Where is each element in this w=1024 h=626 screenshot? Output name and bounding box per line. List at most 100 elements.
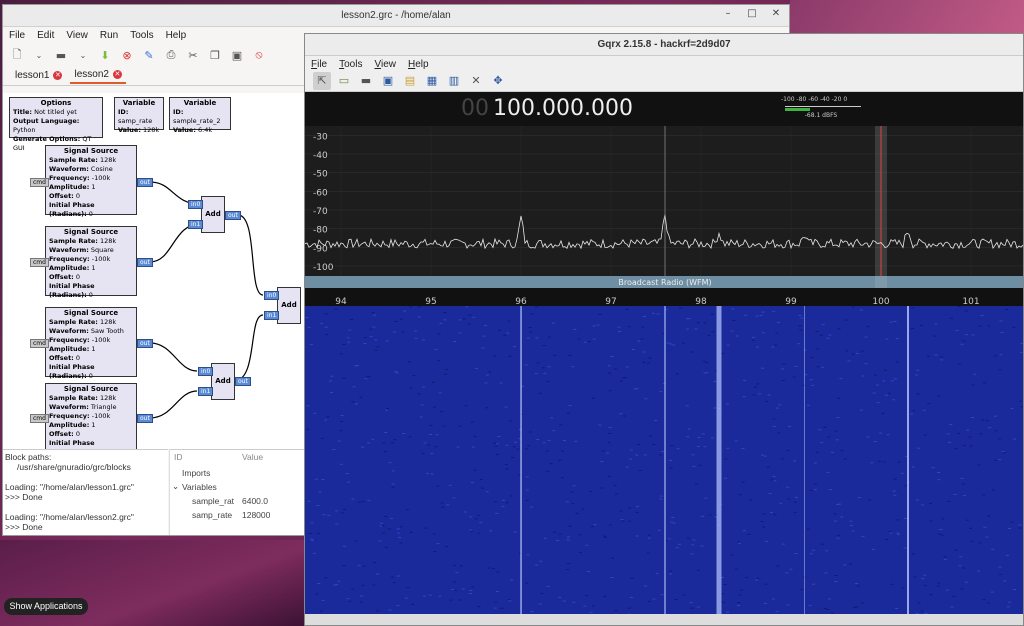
waterfall-display[interactable]	[305, 306, 1023, 615]
stop-icon[interactable]: ⊗	[119, 47, 135, 63]
waterfall-noise	[651, 312, 655, 314]
waterfall-noise	[815, 451, 819, 453]
move-icon[interactable]: ✥	[489, 72, 507, 90]
out-port[interactable]: out	[225, 211, 241, 220]
variable-value[interactable]: 128000	[242, 510, 270, 520]
options-block[interactable]: Options Title: Not titled yet Output Lan…	[9, 97, 103, 152]
waterfall-noise	[964, 310, 968, 312]
maximize-button[interactable]: □	[745, 8, 759, 19]
save-icon[interactable]: ▣	[379, 72, 397, 90]
minimize-button[interactable]: –	[721, 8, 735, 19]
tree-item-variables[interactable]: Variables	[182, 482, 217, 492]
in0-port[interactable]: in0	[264, 291, 280, 300]
waterfall-noise	[742, 396, 746, 398]
out-port[interactable]: out	[235, 377, 251, 386]
tab-label: lesson1	[15, 70, 50, 81]
close-button[interactable]: ✕	[769, 8, 783, 19]
copy-icon[interactable]: ❐	[207, 47, 223, 63]
waterfall-noise	[816, 348, 819, 350]
dropdown-icon[interactable]: ⌄	[31, 47, 47, 63]
waterfall-noise	[755, 579, 759, 581]
screens-icon[interactable]: ▥	[445, 72, 463, 90]
tab-lesson1[interactable]: lesson1 ✕	[11, 68, 66, 83]
variable-id[interactable]: samp_rate	[192, 510, 232, 520]
add-block[interactable]: Add	[201, 196, 225, 233]
menu-file[interactable]: File	[311, 59, 327, 70]
menu-view[interactable]: View	[374, 59, 396, 70]
tree-item-imports[interactable]: Imports	[182, 468, 210, 478]
menu-run[interactable]: Run	[100, 30, 118, 41]
in0-port[interactable]: in0	[188, 200, 204, 209]
menu-view[interactable]: View	[66, 30, 88, 41]
edit-icon[interactable]: ✎	[141, 47, 157, 63]
signal-source-block[interactable]: Signal Source Sample Rate: 128k Waveform…	[45, 145, 137, 218]
in1-port[interactable]: in1	[188, 220, 204, 229]
add-block[interactable]: Add	[277, 287, 301, 324]
start-dsp-icon[interactable]: ⇱	[313, 71, 331, 90]
signal-source-block[interactable]: Signal Source Sample Rate: 128k Waveform…	[45, 383, 137, 456]
close-tab-icon[interactable]: ✕	[112, 70, 122, 79]
in0-port[interactable]: in0	[198, 367, 214, 376]
new-file-icon[interactable]: 🗋	[9, 47, 25, 63]
cmd-port[interactable]: cmd	[30, 178, 49, 187]
open-file-icon[interactable]: ▬	[53, 47, 69, 63]
waterfall-noise	[826, 609, 830, 610]
variable-value[interactable]: 6400.0	[242, 496, 268, 506]
waterfall-noise	[669, 460, 673, 461]
variable-id[interactable]: sample_rat	[192, 496, 234, 506]
signal-source-block[interactable]: Signal Source Sample Rate: 128k Waveform…	[45, 226, 137, 299]
cmd-port[interactable]: cmd	[30, 339, 49, 348]
waterfall-noise	[998, 459, 1002, 461]
in1-port[interactable]: in1	[264, 311, 280, 320]
column-header-value[interactable]: Value	[242, 452, 263, 462]
cmd-port[interactable]: cmd	[30, 414, 49, 423]
waterfall-noise	[343, 545, 346, 547]
disable-icon[interactable]: ⦸	[251, 47, 267, 63]
dropdown-icon[interactable]: ⌄	[75, 47, 91, 63]
out-port[interactable]: out	[137, 178, 153, 187]
waterfall-noise	[635, 454, 639, 456]
clipboard-icon[interactable]: ▤	[401, 72, 419, 90]
menu-help[interactable]: Help	[408, 59, 429, 70]
out-port[interactable]: out	[137, 339, 153, 348]
device-icon[interactable]: ▭	[335, 72, 353, 90]
tools-icon[interactable]: ✕	[467, 72, 485, 90]
cut-icon[interactable]: ✂	[185, 47, 201, 63]
waterfall-noise	[593, 524, 597, 526]
waterfall-noise	[866, 326, 870, 327]
menu-tools[interactable]: Tools	[339, 59, 362, 70]
column-header-id[interactable]: ID	[174, 452, 183, 462]
print-icon[interactable]: ⎙	[163, 47, 179, 63]
param-value: 0	[88, 372, 93, 380]
waterfall-noise	[923, 434, 927, 436]
close-tab-icon[interactable]: ✕	[53, 71, 63, 80]
frequency-value[interactable]: 100.000.000	[493, 96, 633, 121]
waterfall-noise	[911, 328, 914, 329]
spectrum-plot[interactable]: -30-40-50-60-70-80-90-100-110Broadcast R…	[305, 126, 1023, 307]
menu-help[interactable]: Help	[166, 30, 187, 41]
menu-edit[interactable]: Edit	[37, 30, 54, 41]
add-block[interactable]: Add	[211, 363, 235, 400]
out-port[interactable]: out	[137, 258, 153, 267]
waterfall-noise	[821, 366, 825, 368]
menu-tools[interactable]: Tools	[130, 30, 153, 41]
paste-icon[interactable]: ▣	[229, 47, 245, 63]
in1-port[interactable]: in1	[198, 387, 214, 396]
waterfall-noise	[446, 504, 450, 506]
variable-block-samp-rate[interactable]: Variable ID: samp_rate Value: 128k	[114, 97, 164, 134]
menu-file[interactable]: File	[9, 30, 25, 41]
variable-block-sample-rate-2[interactable]: Variable ID: sample_rate_2 Value: 6.4k	[169, 97, 231, 134]
cmd-port[interactable]: cmd	[30, 258, 49, 267]
signal-source-block[interactable]: Signal Source Sample Rate: 128k Waveform…	[45, 307, 137, 380]
show-applications-button[interactable]: Show Applications	[4, 598, 88, 615]
out-port[interactable]: out	[137, 414, 153, 423]
tab-lesson2[interactable]: lesson2 ✕	[70, 67, 126, 84]
flowgraph-canvas[interactable]: Options Title: Not titled yet Output Lan…	[3, 93, 305, 456]
param-key: Amplitude:	[49, 421, 90, 429]
expand-icon[interactable]: ⌄	[172, 481, 179, 492]
download-icon[interactable]: ⬇	[97, 47, 113, 63]
waterfall-noise	[893, 494, 897, 496]
folder-icon[interactable]: ▬	[357, 72, 375, 90]
window-icon[interactable]: ▦	[423, 72, 441, 90]
frequency-display[interactable]: 00 100.000.000 -100 -80 -60 -40 -20 0 -6…	[305, 92, 1023, 126]
